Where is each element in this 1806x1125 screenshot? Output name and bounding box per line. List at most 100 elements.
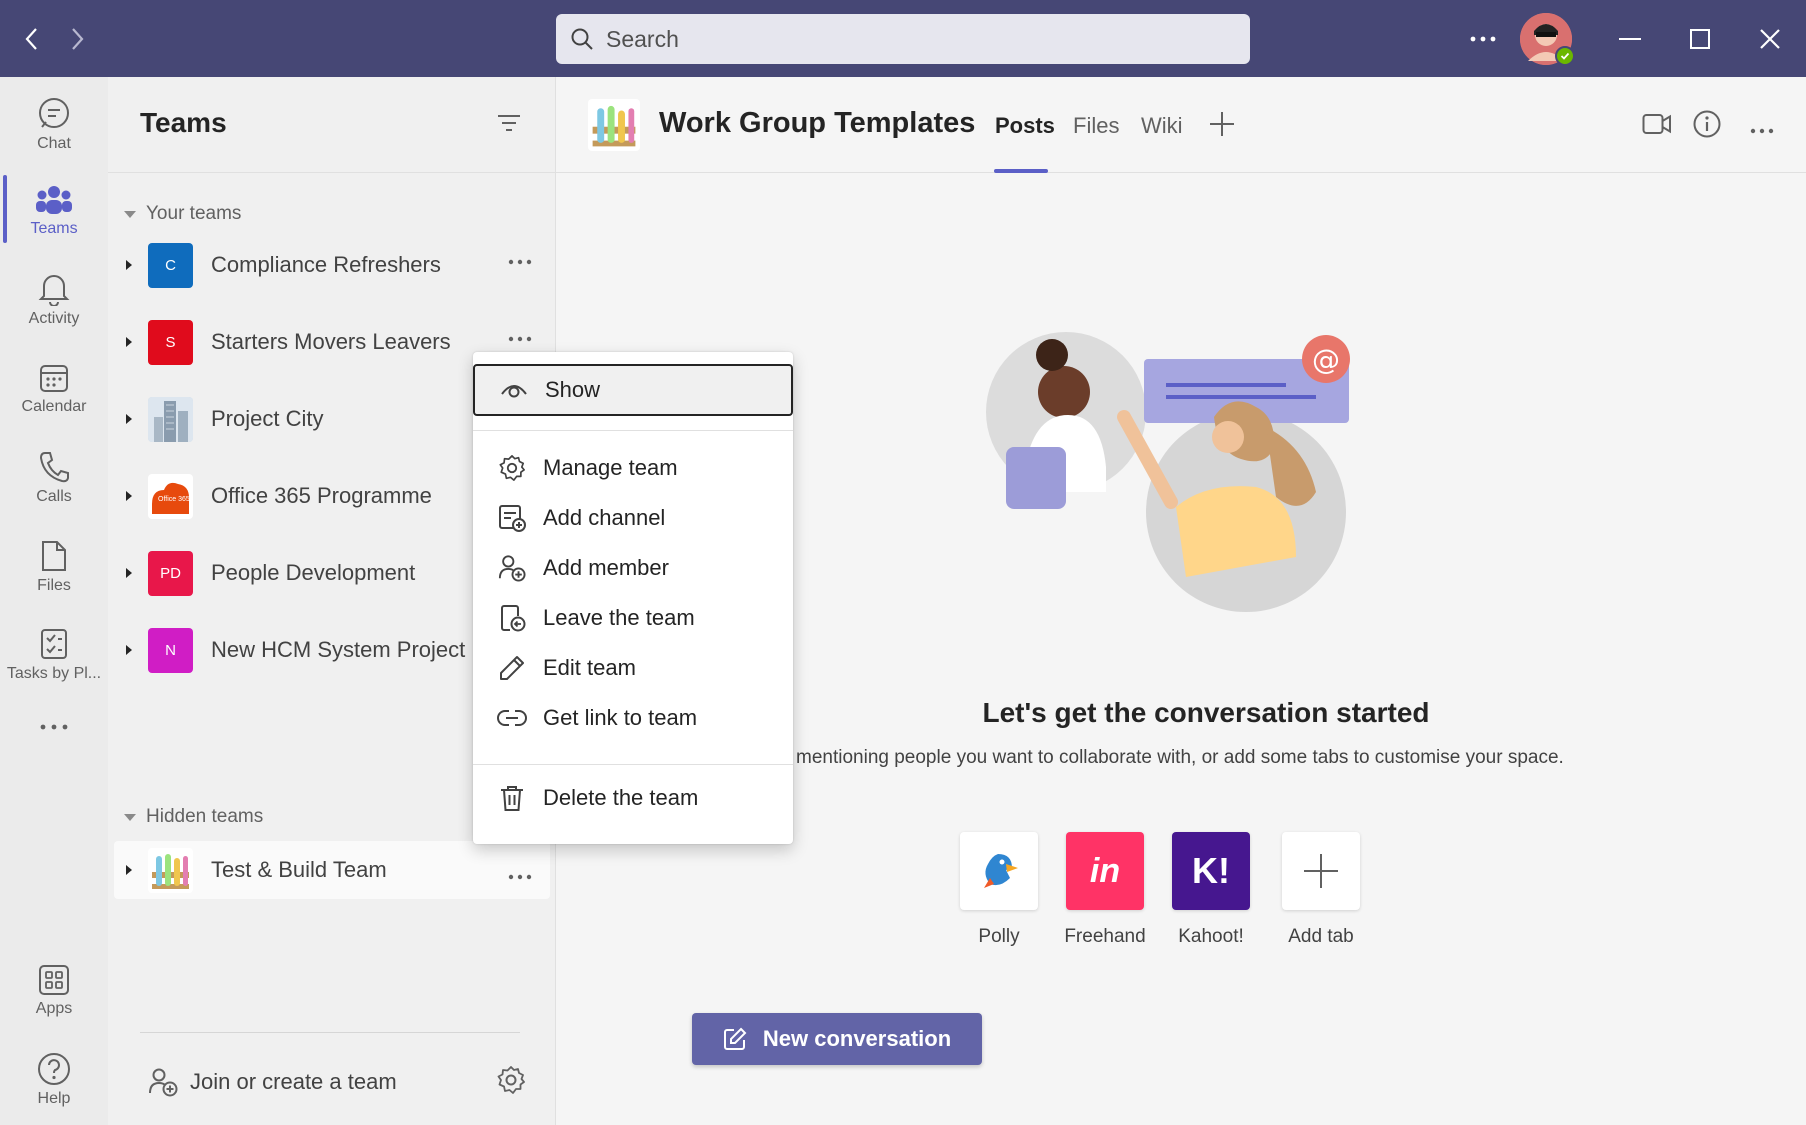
calendar-icon (40, 365, 68, 392)
team-more-button[interactable] (508, 329, 532, 347)
channel-title: Work Group Templates (659, 107, 976, 139)
app-tile-polly[interactable]: Polly (960, 832, 1038, 948)
new-conversation-button[interactable]: New conversation (692, 1013, 982, 1065)
menu-item-edit-team[interactable]: Edit team (473, 643, 793, 693)
forward-button[interactable] (60, 22, 94, 56)
team-initials: N (165, 641, 176, 659)
rail-item-calendar[interactable]: Calendar (0, 349, 108, 429)
team-row-compliance-refreshers[interactable]: C Compliance Refreshers (114, 232, 550, 298)
menu-item-leave-team[interactable]: Leave the team (473, 593, 793, 643)
hidden-teams-header[interactable]: Hidden teams (124, 806, 263, 828)
team-avatar: PD (148, 550, 193, 596)
caret-right-icon[interactable] (126, 865, 132, 875)
chevron-right-icon (72, 28, 84, 50)
menu-item-delete-team[interactable]: Delete the team (473, 773, 793, 823)
search-input[interactable] (606, 25, 1206, 53)
app-label: Polly (978, 926, 1020, 947)
app-tile-freehand[interactable]: in Freehand (1064, 832, 1146, 948)
rail-item-teams[interactable]: Teams (0, 171, 108, 251)
section-label: Hidden teams (146, 806, 264, 827)
maximize-button[interactable] (1680, 20, 1720, 58)
app-tile-add-tab[interactable]: Add tab (1282, 832, 1360, 948)
menu-label: Get link to team (543, 705, 698, 730)
caret-right-icon[interactable] (126, 491, 132, 501)
caret-right-icon[interactable] (126, 414, 132, 424)
close-button[interactable] (1750, 20, 1790, 58)
meet-button[interactable] (1642, 113, 1672, 140)
active-tab-indicator (994, 169, 1048, 173)
caret-right-icon[interactable] (126, 568, 132, 578)
help-icon (38, 1053, 70, 1085)
team-avatar: Office 365 (148, 473, 193, 519)
rail-item-activity[interactable]: Activity (0, 260, 108, 340)
menu-item-add-member[interactable]: Add member (473, 543, 793, 593)
close-icon (1760, 29, 1780, 49)
add-tab-button[interactable] (1209, 111, 1235, 142)
team-avatar (148, 847, 193, 893)
minimize-icon (1619, 38, 1641, 40)
join-or-create-team-button[interactable]: Join or create a team (148, 1067, 397, 1097)
menu-item-manage-team[interactable]: Manage team (473, 443, 793, 493)
back-button[interactable] (15, 22, 49, 56)
menu-separator (473, 430, 793, 431)
caret-down-icon (124, 210, 136, 218)
rail-item-calls[interactable]: Calls (0, 438, 108, 518)
teams-icon (36, 186, 72, 214)
rail-label: Apps (35, 1000, 73, 1017)
rail-item-chat[interactable]: Chat (0, 85, 108, 165)
rail-item-help[interactable]: Help (0, 1040, 108, 1120)
link-icon (497, 703, 527, 733)
app-tile-kahoot[interactable]: K! Kahoot! (1172, 832, 1250, 948)
tab-files[interactable]: Files (1073, 113, 1119, 139)
ellipsis-icon (1470, 36, 1496, 42)
ellipsis-icon (1750, 128, 1774, 134)
search-bar[interactable] (556, 14, 1250, 64)
rail-label: Help (37, 1090, 71, 1107)
menu-label: Show (545, 377, 601, 402)
section-label: Your teams (146, 203, 242, 224)
rail-item-apps[interactable]: Apps (0, 951, 108, 1031)
conversation-illustration: @ (986, 332, 1350, 612)
caret-right-icon[interactable] (126, 337, 132, 347)
caret-right-icon[interactable] (126, 645, 132, 655)
minimize-button[interactable] (1610, 20, 1650, 58)
divider (108, 172, 556, 173)
svg-text:@: @ (1312, 343, 1340, 376)
tab-wiki[interactable]: Wiki (1141, 113, 1183, 139)
caret-right-icon[interactable] (126, 260, 132, 270)
menu-separator (473, 764, 793, 765)
manage-teams-settings-button[interactable] (496, 1065, 526, 1100)
your-teams-header[interactable]: Your teams (124, 203, 241, 225)
menu-label: Leave the team (543, 605, 695, 630)
title-bar (0, 0, 1806, 77)
trash-icon (497, 783, 527, 813)
menu-item-get-link[interactable]: Get link to team (473, 693, 793, 743)
menu-label: Delete the team (543, 785, 699, 810)
more-apps-button[interactable] (0, 707, 108, 747)
presence-badge (1555, 46, 1575, 66)
team-name: Starters Movers Leavers (211, 329, 451, 354)
divider (140, 1032, 520, 1033)
team-initials: Office 365 (158, 495, 190, 503)
menu-item-add-channel[interactable]: Add channel (473, 493, 793, 543)
team-avatar: C (148, 242, 193, 288)
eye-icon (499, 375, 529, 405)
bell-icon (38, 275, 70, 306)
gear-icon (497, 453, 527, 483)
filter-button[interactable] (496, 113, 522, 138)
more-options-button[interactable] (1463, 20, 1503, 58)
team-more-button[interactable] (508, 867, 532, 885)
team-row-test-build-team[interactable]: Test & Build Team (114, 841, 550, 899)
polly-logo (960, 832, 1038, 910)
channel-more-button[interactable] (1750, 121, 1774, 139)
menu-item-show[interactable]: Show (473, 364, 793, 416)
rail-item-tasks[interactable]: Tasks by Pl... (0, 615, 108, 695)
rail-label: Files (37, 577, 71, 594)
tab-posts[interactable]: Posts (995, 113, 1055, 139)
team-more-button[interactable] (508, 252, 532, 270)
ellipsis-icon (508, 259, 532, 265)
rail-item-files[interactable]: Files (0, 527, 108, 607)
check-icon (1560, 52, 1570, 60)
user-avatar[interactable] (1520, 13, 1575, 66)
channel-info-button[interactable] (1693, 110, 1721, 143)
